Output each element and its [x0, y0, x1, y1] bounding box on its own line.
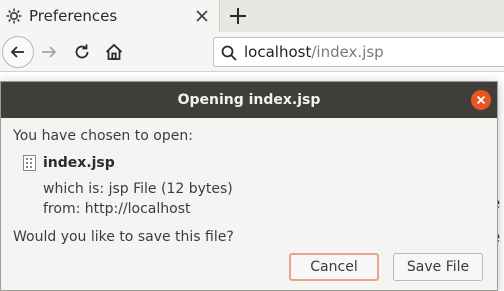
- cancel-button[interactable]: Cancel: [289, 253, 379, 281]
- dialog-intro: You have chosen to open:: [13, 128, 193, 144]
- home-icon[interactable]: [104, 42, 124, 62]
- dialog-title: Opening index.jsp: [177, 92, 321, 108]
- back-button[interactable]: [2, 36, 34, 68]
- navigation-bar: localhost/index.jsp: [0, 32, 504, 72]
- file-name: index.jsp: [43, 155, 115, 171]
- search-icon: [221, 45, 237, 61]
- tab-title: Preferences: [29, 7, 118, 25]
- arrow-left-icon: [10, 46, 24, 58]
- close-icon: [476, 95, 486, 105]
- open-file-dialog: Opening index.jsp You have chosen to ope…: [0, 81, 498, 291]
- url-text: localhost/index.jsp: [244, 42, 384, 62]
- url-bar[interactable]: localhost/index.jsp: [213, 37, 504, 67]
- new-tab-plus-icon[interactable]: [227, 5, 249, 27]
- reload-icon[interactable]: [72, 42, 92, 62]
- tab-preferences[interactable]: Preferences: [0, 0, 220, 32]
- file-type: which is: jsp File (12 bytes): [43, 181, 233, 197]
- file-source: from: http://localhost: [43, 201, 191, 217]
- arrow-right-icon[interactable]: [39, 42, 59, 62]
- dialog-titlebar: Opening index.jsp: [1, 82, 497, 118]
- url-host: localhost: [244, 43, 312, 61]
- file-icon: [23, 155, 36, 171]
- gear-icon: [6, 8, 22, 24]
- save-file-button[interactable]: Save File: [393, 253, 483, 281]
- save-question: Would you like to save this file?: [13, 229, 234, 245]
- dialog-close-button[interactable]: [471, 90, 491, 110]
- close-tab-icon[interactable]: [194, 8, 210, 24]
- url-path: /index.jsp: [311, 43, 384, 61]
- tab-bar: Preferences: [0, 0, 504, 32]
